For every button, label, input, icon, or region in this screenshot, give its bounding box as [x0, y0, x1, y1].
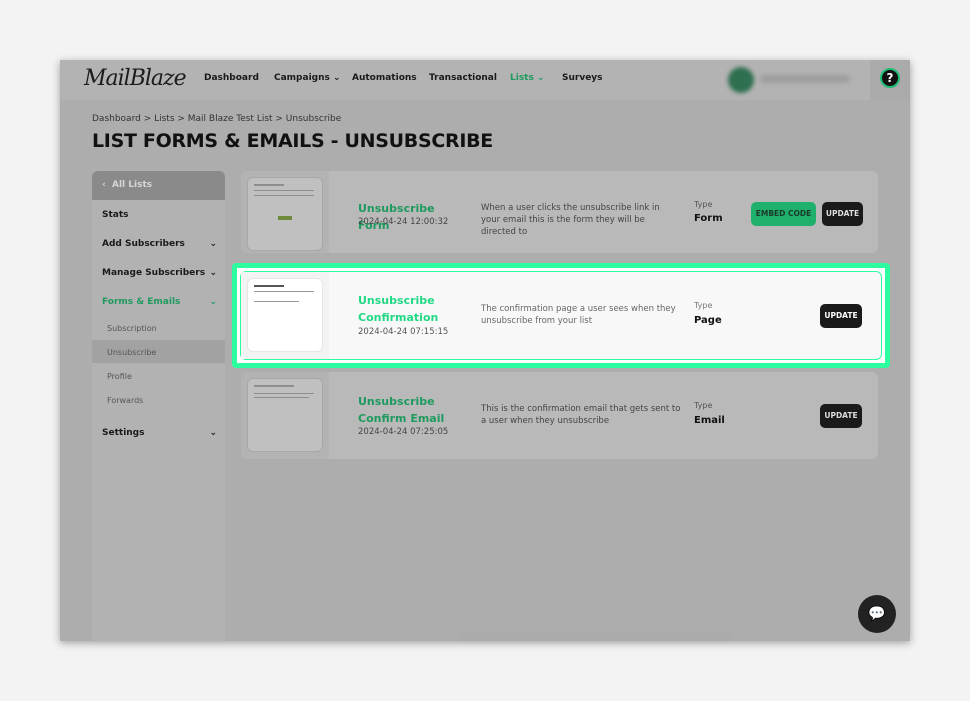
label: Settings [102, 428, 145, 438]
list-item-unsubscribe-confirm-email: Unsubscribe Confirm Email 2024-04-24 07:… [241, 372, 878, 459]
chevron-down-icon: ⌄ [209, 239, 217, 249]
label: Add Subscribers [102, 239, 185, 249]
nav-label: Campaigns [274, 73, 330, 83]
label: Forms & Emails [102, 297, 181, 307]
avatar[interactable] [728, 67, 754, 93]
label: Stats [102, 210, 129, 220]
sidebar-item-stats[interactable]: Stats [102, 210, 217, 220]
update-button[interactable]: UPDATE [820, 404, 862, 428]
nav-transactional[interactable]: Transactional [429, 73, 497, 83]
nav-dashboard[interactable]: Dashboard [204, 73, 259, 83]
chevron-down-icon: ⌄ [536, 73, 545, 83]
logo[interactable]: MailBlaze [84, 66, 187, 91]
top-nav: MailBlaze Dashboard Campaigns ⌄ Automati… [60, 60, 910, 100]
form-thumbnail[interactable] [247, 177, 323, 251]
item-date: 2024-04-24 07:15:15 [358, 327, 449, 337]
type-label: Type [694, 301, 713, 310]
sidebar-item-settings[interactable]: Settings ⌄ [102, 428, 217, 438]
nav-campaigns[interactable]: Campaigns ⌄ [274, 73, 341, 83]
thumbnail-pane [241, 171, 329, 253]
item-description: This is the confirmation email that gets… [481, 404, 681, 426]
chevron-down-icon: ⌄ [209, 268, 217, 278]
item-date: 2024-04-24 12:00:32 [358, 217, 449, 227]
sidebar-subitem-unsubscribe[interactable]: Unsubscribe [107, 348, 156, 357]
page-thumbnail[interactable] [247, 278, 323, 352]
email-thumbnail[interactable] [247, 378, 323, 452]
highlighted-list-item-unsubscribe-confirmation: Unsubscribe Confirmation 2024-04-24 07:1… [232, 263, 890, 368]
label: Manage Subscribers [102, 268, 206, 278]
thumbnail-pane [241, 272, 329, 359]
nav-label: Lists [510, 73, 534, 83]
type-value: Page [694, 315, 722, 326]
item-date: 2024-04-24 07:25:05 [358, 427, 449, 437]
type-value: Form [694, 213, 723, 224]
type-value: Email [694, 415, 725, 426]
question-icon: ? [880, 68, 900, 88]
back-label: All Lists [112, 180, 153, 190]
sidebar-item-manage-subscribers[interactable]: Manage Subscribers ⌄ [102, 268, 217, 278]
page-title: LIST FORMS & EMAILS - UNSUBSCRIBE [92, 130, 493, 152]
chevron-down-icon: ⌄ [333, 73, 341, 83]
nav-surveys[interactable]: Surveys [562, 73, 603, 83]
chevron-down-icon: ⌄ [209, 428, 217, 438]
sidebar-item-forms-emails[interactable]: Forms & Emails ⌄ [102, 297, 217, 307]
embed-code-button[interactable]: EMBED CODE [751, 202, 816, 226]
chevron-left-icon: ‹ [102, 180, 106, 190]
item-name[interactable]: Unsubscribe Confirm Email [358, 393, 478, 427]
item-description: The confirmation page a user sees when t… [481, 304, 676, 326]
breadcrumb[interactable]: Dashboard > Lists > Mail Blaze Test List… [92, 114, 341, 124]
sidebar-item-add-subscribers[interactable]: Add Subscribers ⌄ [102, 239, 217, 249]
sidebar-subitem-forwards[interactable]: Forwards [107, 396, 143, 405]
sidebar-subitem-profile[interactable]: Profile [107, 372, 132, 381]
item-description: When a user clicks the unsubscribe link … [481, 203, 660, 237]
user-name-blurred[interactable] [760, 75, 850, 83]
update-button[interactable]: UPDATE [822, 202, 863, 226]
nav-automations[interactable]: Automations [352, 73, 417, 83]
type-label: Type [694, 200, 713, 209]
chevron-down-icon: ⌄ [209, 297, 217, 307]
sidebar-subitem-subscription[interactable]: Subscription [107, 324, 157, 333]
update-button[interactable]: UPDATE [820, 304, 862, 328]
sidebar: ‹ All Lists Stats Add Subscribers ⌄ Manag… [92, 171, 225, 641]
help-button[interactable]: ? [870, 60, 910, 100]
nav-lists[interactable]: Lists ⌄ [510, 73, 545, 83]
all-lists-button[interactable]: ‹ All Lists [92, 171, 225, 200]
thumbnail-pane [241, 372, 329, 459]
list-item-unsubscribe-form: Unsubscribe Form 2024-04-24 12:00:32 Whe… [241, 171, 878, 253]
type-label: Type [694, 401, 713, 410]
item-name[interactable]: Unsubscribe Confirmation [358, 292, 448, 326]
card: Unsubscribe Confirmation 2024-04-24 07:1… [240, 271, 882, 360]
